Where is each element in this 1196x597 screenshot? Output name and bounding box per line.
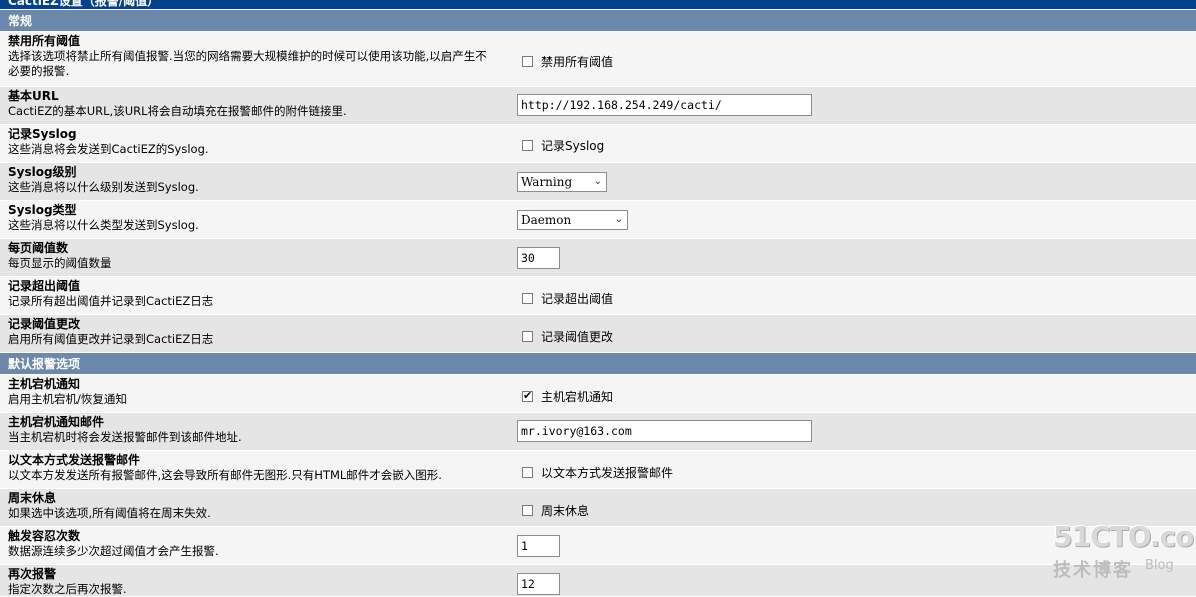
checkbox-label[interactable]: 记录Syslog: [541, 137, 604, 154]
weekend-checkbox[interactable]: [522, 504, 533, 516]
row-desc: 选择该选项将禁止所有阈值报警.当您的网络需要大规模维护的时候可以使用该功能,以启…: [8, 49, 487, 63]
row-log-threshold-breach: 记录超出阈值 记录所有超出阈值并记录到CactiEZ日志 记录超出阈值: [0, 276, 1196, 314]
syslog-level-select[interactable]: Warning ⌄: [517, 172, 607, 192]
row-desc: 这些消息将会发送到CactiEZ的Syslog.: [8, 142, 209, 156]
chevron-down-icon: ⌄: [593, 176, 602, 187]
row-desc: 数据源连续多少次超过阈值才会产生报警.: [8, 544, 219, 558]
row-log-syslog: 记录Syslog 这些消息将会发送到CactiEZ的Syslog. 记录Sysl…: [0, 124, 1196, 162]
section-header-general: 常规: [0, 9, 1196, 31]
row-text-email: 以文本方式发送报警邮件 以文本方发发送所有报警邮件,这会导致所有邮件无图形.只有…: [0, 450, 1196, 488]
row-thresholds-per-page: 每页阈值数 每页显示的阈值数量 30: [0, 238, 1196, 276]
row-syslog-level: Syslog级别 这些消息将以什么级别发送到Syslog. Warning ⌄: [0, 162, 1196, 200]
selected-value: Warning: [521, 175, 573, 189]
page-title: CactiEZ设置（报警/阈值）: [8, 0, 160, 8]
log-breach-checkbox[interactable]: [522, 292, 533, 304]
row-desc: 指定次数之后再次报警.: [8, 582, 127, 596]
row-title: 记录Syslog: [8, 127, 77, 141]
selected-value: Daemon: [521, 213, 572, 227]
log-changes-checkbox-group[interactable]: 记录阈值更改: [517, 327, 613, 345]
chevron-down-icon: ⌄: [614, 214, 623, 225]
host-down-checkbox-group[interactable]: 主机宕机通知: [517, 387, 613, 405]
row-realert: 再次报警 指定次数之后再次报警. 12: [0, 564, 1196, 596]
row-desc: 这些消息将以什么类型发送到Syslog.: [8, 218, 199, 232]
disable-all-checkbox-group[interactable]: 禁用所有阈值: [517, 52, 613, 70]
checkbox-label[interactable]: 主机宕机通知: [541, 388, 613, 405]
row-title: 周末休息: [8, 491, 57, 505]
text-email-checkbox[interactable]: [522, 466, 533, 478]
row-title: 以文本方式发送报警邮件: [8, 453, 141, 467]
section-header-default-alerts: 默认报警选项: [0, 352, 1196, 374]
row-desc: 这些消息将以什么级别发送到Syslog.: [8, 180, 199, 194]
row-desc: CactiEZ的基本URL,该URL将会自动填充在报警邮件的附件链接里.: [8, 104, 347, 118]
checkbox-label[interactable]: 禁用所有阈值: [541, 53, 613, 70]
log-changes-checkbox[interactable]: [522, 330, 533, 342]
row-title: Syslog类型: [8, 203, 77, 217]
row-title: 记录阈值更改: [8, 317, 81, 331]
site-watermark: 51CTO.com 技术博客 Blog: [1053, 520, 1196, 581]
row-title: 记录超出阈值: [8, 279, 81, 293]
row-title: 触发容忍次数: [8, 529, 81, 543]
row-title: 每页阈值数: [8, 241, 69, 255]
base-url-input[interactable]: http://192.168.254.249/cacti/: [517, 94, 812, 116]
row-desc: 当主机宕机时将会发送报警邮件到该邮件地址.: [8, 430, 242, 444]
realert-input[interactable]: 12: [517, 573, 560, 595]
checkbox-label[interactable]: 记录阈值更改: [541, 328, 613, 345]
per-page-input[interactable]: 30: [517, 247, 560, 269]
row-title: 禁用所有阈值: [8, 34, 81, 48]
row-syslog-type: Syslog类型 这些消息将以什么类型发送到Syslog. Daemon ⌄: [0, 200, 1196, 238]
weekend-checkbox-group[interactable]: 周末休息: [517, 501, 589, 519]
row-trigger-tolerance: 触发容忍次数 数据源连续多少次超过阈值才会产生报警. 1: [0, 526, 1196, 564]
text-email-checkbox-group[interactable]: 以文本方式发送报警邮件: [517, 463, 673, 481]
host-down-email-input[interactable]: mr.ivory@163.com: [517, 420, 812, 442]
page-title-bar: CactiEZ设置（报警/阈值）: [0, 0, 1196, 9]
row-desc: 如果选中该选项,所有阈值将在周末失效.: [8, 506, 211, 520]
row-title: 主机宕机通知邮件: [8, 415, 105, 429]
trigger-tolerance-input[interactable]: 1: [517, 535, 560, 557]
log-breach-checkbox-group[interactable]: 记录超出阈值: [517, 289, 613, 307]
row-desc: 启用所有阈值更改并记录到CactiEZ日志: [8, 332, 214, 346]
row-base-url: 基本URL CactiEZ的基本URL,该URL将会自动填充在报警邮件的附件链接…: [0, 86, 1196, 124]
row-desc: 每页显示的阈值数量: [8, 256, 112, 270]
watermark-site: 51CTO.com: [1053, 520, 1196, 553]
row-desc: 启用主机宕机/恢复通知: [8, 392, 127, 406]
row-host-down-notify: 主机宕机通知 启用主机宕机/恢复通知 主机宕机通知: [0, 374, 1196, 412]
host-down-checkbox[interactable]: [522, 389, 533, 402]
checkbox-label[interactable]: 记录超出阈值: [541, 290, 613, 307]
syslog-type-select[interactable]: Daemon ⌄: [517, 210, 628, 230]
row-title: Syslog级别: [8, 165, 77, 179]
row-title: 再次报警: [8, 567, 57, 581]
row-desc-cont: 必要的报警.: [8, 64, 70, 78]
row-disable-all-thresholds: 禁用所有阈值 选择该选项将禁止所有阈值报警.当您的网络需要大规模维护的时候可以使…: [0, 31, 1196, 86]
row-desc: 以文本方发发送所有报警邮件,这会导致所有邮件无图形.只有HTML邮件才会嵌入图形…: [8, 468, 442, 482]
row-title: 基本URL: [8, 89, 59, 103]
watermark-cn: 技术博客: [1053, 560, 1133, 581]
row-desc: 记录所有超出阈值并记录到CactiEZ日志: [8, 294, 214, 308]
watermark-blog: Blog: [1145, 558, 1174, 573]
log-syslog-checkbox[interactable]: [522, 139, 533, 151]
checkbox-label[interactable]: 以文本方式发送报警邮件: [541, 464, 673, 481]
checkbox-label[interactable]: 周末休息: [541, 502, 589, 519]
row-title: 主机宕机通知: [8, 377, 81, 391]
log-syslog-checkbox-group[interactable]: 记录Syslog: [517, 136, 604, 154]
disable-all-checkbox[interactable]: [522, 55, 533, 67]
row-weekend-off: 周末休息 如果选中该选项,所有阈值将在周末失效. 周末休息: [0, 488, 1196, 526]
row-host-down-email: 主机宕机通知邮件 当主机宕机时将会发送报警邮件到该邮件地址. mr.ivory@…: [0, 412, 1196, 450]
row-log-threshold-changes: 记录阈值更改 启用所有阈值更改并记录到CactiEZ日志 记录阈值更改: [0, 314, 1196, 352]
